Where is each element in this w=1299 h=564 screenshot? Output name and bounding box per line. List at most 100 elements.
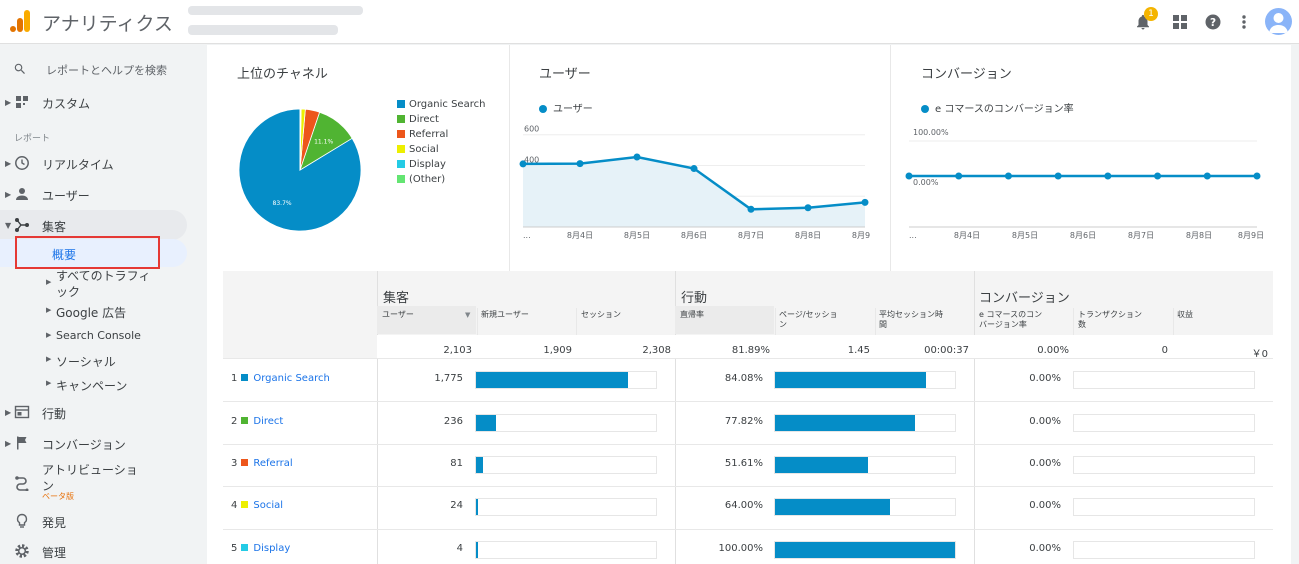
legend-item[interactable]: Referral <box>397 129 448 140</box>
legend-swatch <box>397 130 405 138</box>
sidebar-item-users[interactable]: ▶ ユーザー <box>0 179 200 209</box>
users-line-chart[interactable]: 600400200...8月4日8月5日8月6日8月7日8月8日8月9日 <box>519 123 871 243</box>
legend-item[interactable]: Social <box>397 144 439 155</box>
col-header-pages-per-session[interactable]: ページ/セッション <box>779 310 838 330</box>
help-button[interactable]: ? <box>1200 9 1226 35</box>
sidebar-item-conversions[interactable]: ▶ コンバージョン <box>0 428 200 458</box>
col-header-bounce-rate[interactable]: 直帰率 <box>680 310 704 320</box>
bounce-bar-fill <box>775 457 868 473</box>
col-header-avg-duration[interactable]: 平均セッション時間 <box>879 310 943 330</box>
svg-text:?: ? <box>1210 17 1216 29</box>
header-line1: 平均セッション時 <box>879 310 943 319</box>
total-ecommerce-rate: 0.00% <box>1037 345 1069 356</box>
data-point[interactable] <box>955 172 963 180</box>
data-point[interactable] <box>861 198 869 206</box>
sidebar-item-attribution[interactable]: アトリビューショ ン <box>0 459 200 505</box>
legend-swatch <box>397 175 405 183</box>
data-point[interactable] <box>747 205 755 213</box>
row-divider <box>223 528 1273 530</box>
channel-link[interactable]: Organic Search <box>253 373 329 384</box>
row-rank: 1 <box>231 373 238 385</box>
sidebar-item-discover[interactable]: 発見 <box>0 506 200 536</box>
account-avatar[interactable] <box>1265 8 1292 35</box>
apps-button[interactable] <box>1167 9 1193 35</box>
report-search[interactable]: レポートとヘルプを検索 <box>0 53 200 83</box>
data-point[interactable] <box>690 165 698 173</box>
sidebar-item-label: 発見 <box>42 516 67 530</box>
flag-icon <box>17 436 27 450</box>
data-point[interactable] <box>1203 172 1211 180</box>
account-name-blurred <box>188 6 363 15</box>
channel-link[interactable]: Social <box>253 500 283 511</box>
row-channel-cell[interactable]: 4 Social <box>231 500 283 511</box>
col-header-users[interactable]: ユーザー <box>382 310 414 320</box>
data-point[interactable] <box>905 172 913 180</box>
col-header-revenue[interactable]: 収益 <box>1177 310 1193 320</box>
row-channel-cell[interactable]: 1 Organic Search <box>231 373 330 384</box>
legend-item[interactable]: (Other) <box>397 174 445 185</box>
data-point[interactable] <box>1253 172 1261 180</box>
col-header-ecommerce-rate[interactable]: e コマースのコン バージョン率 <box>979 310 1042 330</box>
legend-label: Organic Search <box>409 99 486 110</box>
legend-item[interactable]: Organic Search <box>397 99 485 110</box>
y-tick-label: 600 <box>524 125 539 134</box>
apps-grid-icon <box>1173 15 1187 29</box>
group-title-conversions: コンバージョン <box>979 291 1070 306</box>
sidebar-item-behavior[interactable]: ▶ 行動 <box>0 397 200 427</box>
sidebar-item-label: キャンペーン <box>56 379 128 393</box>
notifications-button[interactable]: 1 <box>1130 7 1158 35</box>
top-channels-pie-chart[interactable]: 83.7% 11.1% <box>237 107 363 233</box>
sidebar-item-custom[interactable]: ▶ カスタム <box>0 87 200 117</box>
x-tick-label: 8月6日 <box>681 231 707 240</box>
conversion-card-title: コンバージョン <box>921 67 1012 82</box>
bounce-bar-fill <box>775 372 926 389</box>
row-rank: 5 <box>231 542 238 554</box>
legend-item[interactable]: Direct <box>397 114 439 125</box>
channel-link[interactable]: Direct <box>253 416 283 427</box>
row-ecommerce-value: 0.00% <box>1029 542 1061 554</box>
app-title: アナリティクス <box>42 13 173 35</box>
data-point[interactable] <box>1054 172 1062 180</box>
sidebar-item-realtime[interactable]: ▶ リアルタイム <box>0 148 200 178</box>
data-point[interactable] <box>633 153 641 161</box>
col-header-new-users[interactable]: 新規ユーザー <box>481 310 529 320</box>
account-selector[interactable] <box>188 6 363 35</box>
data-point[interactable] <box>1154 172 1162 180</box>
data-point[interactable] <box>1004 172 1012 180</box>
total-avg-duration: 00:00:37 <box>924 345 969 356</box>
channel-link[interactable]: Display <box>253 543 290 554</box>
legend-item[interactable]: Display <box>397 159 446 170</box>
expand-arrow-icon: ▶ <box>46 355 52 363</box>
col-header-transactions[interactable]: トランザクション数 <box>1078 310 1142 330</box>
x-tick-label: 8月6日 <box>1070 231 1096 240</box>
data-point[interactable] <box>576 160 584 168</box>
sort-desc-icon[interactable]: ▼ <box>465 311 470 319</box>
bounce-bar-track <box>774 456 956 474</box>
data-point[interactable] <box>519 160 527 168</box>
row-channel-cell[interactable]: 5 Display <box>231 543 290 554</box>
row-rank: 2 <box>231 415 238 427</box>
analytics-app: アナリティクス 1 ? レポートとヘルプを検索 ▶ カスタム レポート ▶ リア… <box>0 0 1299 564</box>
row-channel-cell[interactable]: 2 Direct <box>231 416 283 427</box>
legend-label: Social <box>409 144 439 155</box>
overview-report: 上位のチャネル 83.7% 11.1% Organic Search Direct R… <box>223 45 1273 564</box>
more-options-button[interactable] <box>1231 9 1257 35</box>
data-point[interactable] <box>1104 172 1112 180</box>
data-point[interactable] <box>804 204 812 212</box>
sidebar-item-label: コンバージョン <box>42 438 126 452</box>
legend-swatch <box>397 145 405 153</box>
conversion-line-chart[interactable]: 100.00% 0.00%... 8月4日 8月5日 8月6日 8月7日 8月8日 8月9日 <box>899 123 1271 243</box>
sidebar-item-admin[interactable]: 管理 <box>0 536 200 564</box>
analytics-logo-icon[interactable] <box>10 10 30 32</box>
bounce-bar-track <box>774 540 956 559</box>
sidebar-item-label: 行動 <box>42 407 67 421</box>
sidebar-item-label: Search Console <box>56 329 141 342</box>
row-bounce-value: 77.82% <box>724 415 763 427</box>
expand-arrow-icon: ▶ <box>5 439 12 448</box>
row-channel-cell[interactable]: 3 Referral <box>231 458 293 469</box>
row-divider <box>223 358 1273 359</box>
lightbulb-icon <box>16 513 28 528</box>
pie-slice-label: 83.7% <box>273 200 292 207</box>
col-header-sessions[interactable]: セッション <box>581 310 621 320</box>
channel-link[interactable]: Referral <box>253 458 292 469</box>
